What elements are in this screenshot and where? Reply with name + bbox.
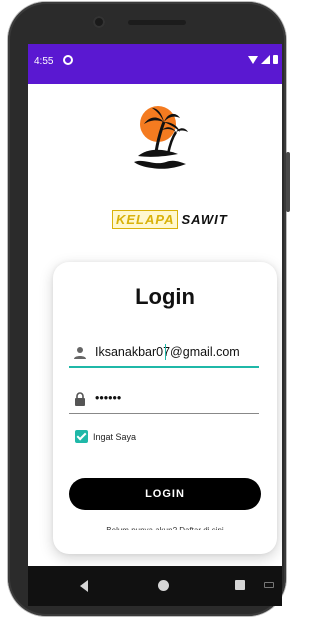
island-logo-icon [134, 106, 188, 169]
status-icons [248, 55, 278, 64]
back-icon[interactable] [80, 580, 88, 592]
brand-text-sawit: SAWIT [181, 212, 228, 227]
notification-icon [63, 55, 73, 65]
register-link[interactable]: Belum punya akun? Daftar di sini [53, 524, 277, 530]
person-icon [74, 347, 86, 359]
password-value: •••••• [95, 391, 122, 405]
login-title: Login [135, 284, 195, 309]
keyboard-icon[interactable] [264, 582, 274, 588]
status-bar: 4:55 [28, 44, 282, 84]
phone-frame: 4:55 KELAPA SAWIT Login Iksanakbar07@gma… [8, 2, 290, 616]
email-value: Iksanakbar07@gmail.com [95, 345, 240, 359]
recent-apps-icon[interactable] [235, 580, 245, 590]
email-field[interactable]: Iksanakbar07@gmail.com [69, 340, 259, 368]
side-button [286, 152, 290, 212]
phone-top-bezel [8, 2, 286, 42]
android-nav-bar [28, 566, 282, 606]
password-field[interactable]: •••••• [69, 386, 259, 414]
earpiece-speaker [128, 20, 186, 25]
lock-icon [75, 392, 85, 406]
brand-logo-text: KELAPA SAWIT [112, 210, 228, 229]
signal-icon [261, 55, 270, 64]
app-screen: 4:55 KELAPA SAWIT Login Iksanakbar07@gma… [28, 44, 282, 606]
login-card: Login Iksanakbar07@gmail.com •••••• Inga [53, 262, 277, 554]
front-camera [93, 16, 105, 28]
status-time: 4:55 [34, 56, 54, 67]
remember-me-label: Ingat Saya [93, 431, 137, 442]
battery-icon [273, 55, 278, 64]
home-icon[interactable] [158, 580, 169, 591]
remember-me-option[interactable]: Ingat Saya [75, 430, 136, 443]
remember-me-checkbox[interactable] [75, 430, 88, 443]
wifi-icon [248, 55, 258, 64]
login-button[interactable]: LOGIN [69, 478, 261, 510]
brand-text-kelapa: KELAPA [112, 210, 179, 229]
text-cursor [165, 344, 166, 360]
